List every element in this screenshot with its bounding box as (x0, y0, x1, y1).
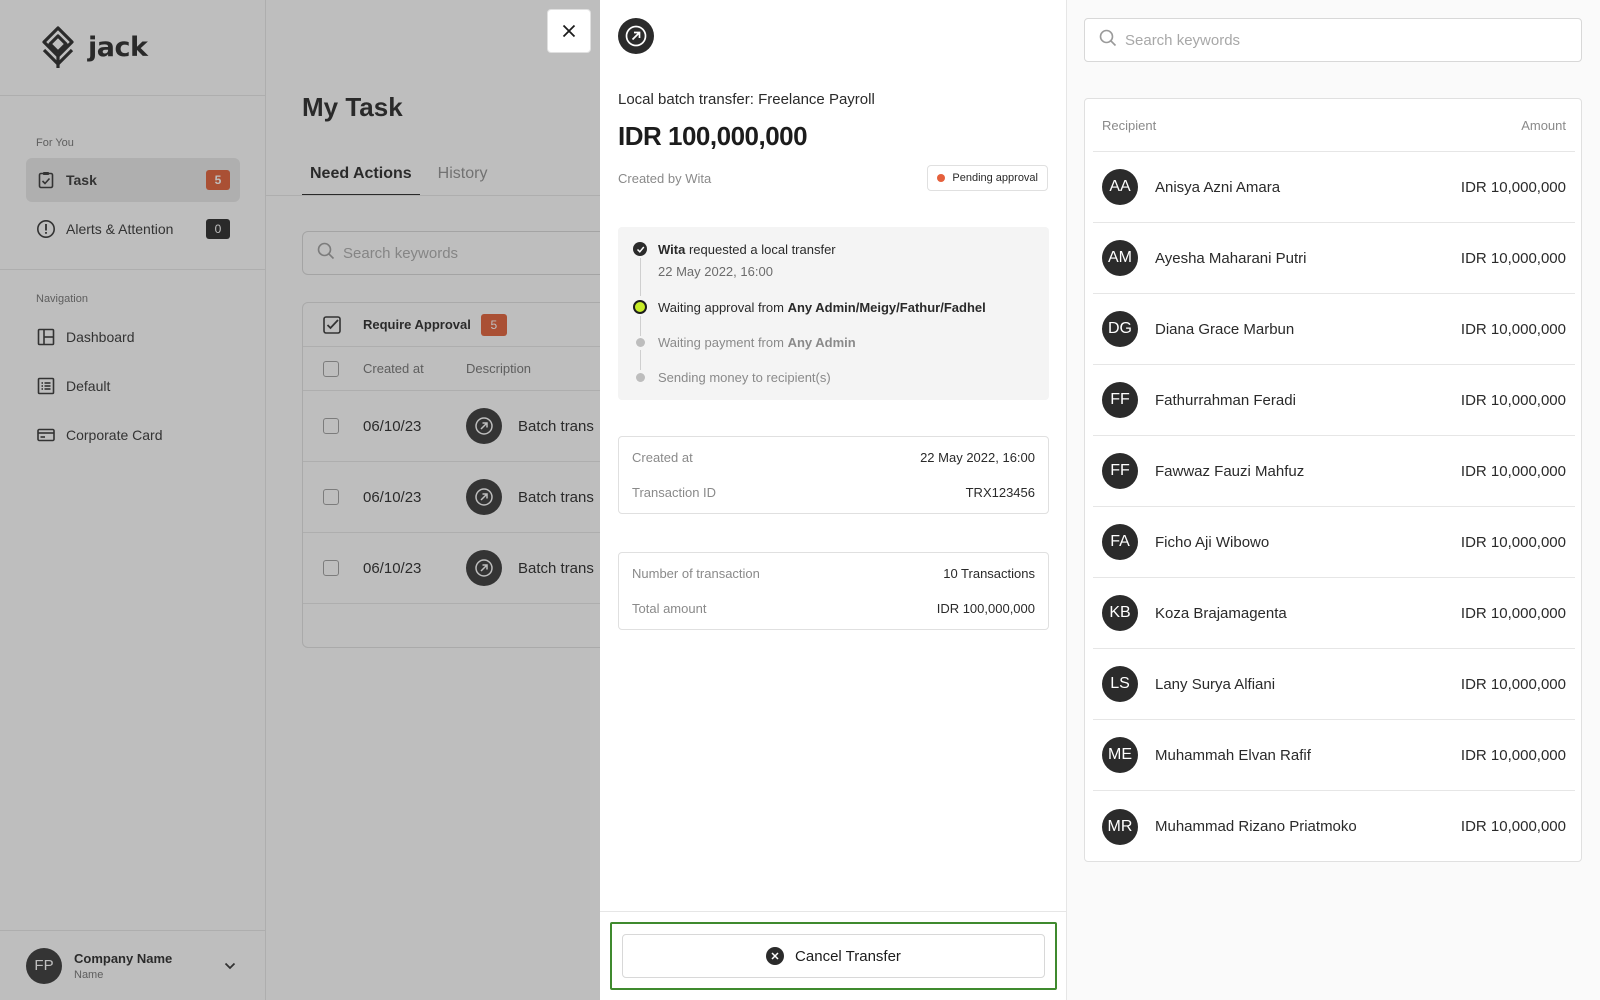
status-label: Pending approval (952, 172, 1038, 184)
recipient-avatar: FF (1102, 453, 1138, 489)
timeline-text: Waiting payment from (658, 335, 788, 350)
recipient-row[interactable]: FF Fawwaz Fauzi Mahfuz IDR 10,000,000 (1093, 436, 1575, 507)
pending-step-dot-icon (636, 373, 645, 382)
column-header-recipient: Recipient (1102, 117, 1157, 133)
info-value: 10 Transactions (943, 566, 1035, 581)
search-icon (1099, 29, 1117, 51)
status-badge: Pending approval (927, 165, 1048, 191)
transfer-arrow-icon (618, 18, 654, 54)
transfer-amount: IDR 100,000,000 (618, 121, 808, 151)
recipient-amount: IDR 10,000,000 (1460, 604, 1566, 622)
recipient-name: Ficho Aji Wibowo (1155, 533, 1270, 551)
recipient-row[interactable]: DG Diana Grace Marbun IDR 10,000,000 (1093, 294, 1575, 365)
recipient-row[interactable]: FA Ficho Aji Wibowo IDR 10,000,000 (1093, 507, 1575, 578)
active-step-dot-icon (633, 300, 647, 314)
recipient-row[interactable]: ME Muhammah Elvan Rafif IDR 10,000,000 (1093, 720, 1575, 791)
summary-row-total: Total amount IDR 100,000,000 (619, 591, 1048, 626)
recipient-row[interactable]: KB Koza Brajamagenta IDR 10,000,000 (1093, 578, 1575, 649)
pending-step-dot-icon (636, 338, 645, 347)
info-label: Number of transaction (632, 566, 760, 581)
cancel-focus-ring: Cancel Transfer (610, 922, 1057, 990)
recipient-avatar: LS (1102, 666, 1138, 702)
transfer-detail-panel: Local batch transfer: Freelance Payroll … (600, 0, 1067, 1000)
cancel-transfer-button[interactable]: Cancel Transfer (622, 934, 1045, 978)
timeline-actor: Any Admin (787, 335, 856, 350)
recipient-avatar: AA (1102, 169, 1138, 205)
recipient-avatar: DG (1102, 311, 1138, 347)
recipient-name: Lany Surya Alfiani (1155, 675, 1276, 693)
recipient-amount: IDR 10,000,000 (1460, 391, 1566, 409)
recipient-row[interactable]: MR Muhammad Rizano Priatmoko IDR 10,000,00… (1093, 791, 1575, 862)
recipient-avatar: MR (1102, 808, 1138, 845)
recipient-amount: IDR 10,000,000 (1460, 178, 1566, 196)
recipient-table-header: Recipient Amount (1085, 99, 1583, 151)
info-value: 22 May 2022, 16:00 (920, 450, 1035, 465)
cancel-transfer-label: Cancel Transfer (795, 947, 901, 965)
transaction-info-card: Created at 22 May 2022, 16:00 Transactio… (618, 436, 1049, 514)
recipient-name: Muhammah Elvan Rafif (1155, 746, 1311, 764)
check-circle-icon (633, 242, 647, 256)
recipient-avatar: ME (1102, 737, 1138, 773)
recipient-amount: IDR 10,000,000 (1460, 746, 1566, 764)
recipient-avatar: AM (1102, 240, 1138, 276)
info-row-transaction-id: Transaction ID TRX123456 (619, 475, 1048, 510)
close-button[interactable] (547, 9, 591, 53)
column-header-amount: Amount (1521, 117, 1566, 133)
recipient-avatar: KB (1102, 595, 1138, 631)
recipient-name: Ayesha Maharani Putri (1155, 249, 1307, 267)
recipient-name: Fathurrahman Feradi (1155, 391, 1296, 409)
recipient-avatar: FF (1102, 382, 1138, 418)
app: jack For You Task 5 Alerts & Attention 0… (0, 0, 1600, 1000)
timeline-connector (640, 350, 641, 370)
info-label: Transaction ID (632, 485, 717, 500)
timeline-step-requested: Wita requested a local transfer (658, 242, 836, 257)
recipient-name: Fawwaz Fauzi Mahfuz (1155, 462, 1305, 480)
summary-row-count: Number of transaction 10 Transactions (619, 556, 1048, 591)
timeline-text: requested a local transfer (685, 242, 836, 257)
recipient-amount: IDR 10,000,000 (1460, 533, 1566, 551)
recipient-row[interactable]: LS Lany Surya Alfiani IDR 10,000,000 (1093, 649, 1575, 720)
recipient-name: Diana Grace Marbun (1155, 320, 1295, 338)
recipient-avatar: FA (1102, 524, 1138, 560)
recipients-panel: Search keywords Recipient Amount AA Anisy… (1067, 0, 1600, 1000)
recipient-row[interactable]: FF Fathurrahman Feradi IDR 10,000,000 (1093, 365, 1575, 436)
recipient-amount: IDR 10,000,000 (1460, 462, 1566, 480)
info-row-created-at: Created at 22 May 2022, 16:00 (619, 440, 1048, 475)
recipient-row[interactable]: AA Anisya Azni Amara IDR 10,000,000 (1093, 152, 1575, 223)
recipient-row[interactable]: AM Ayesha Maharani Putri IDR 10,000,000 (1093, 223, 1575, 294)
recipient-amount: IDR 10,000,000 (1460, 249, 1566, 267)
timeline-connector (640, 316, 641, 336)
info-value: IDR 100,000,000 (936, 601, 1035, 616)
created-by: Created by Wita (618, 171, 712, 186)
recipient-search-input[interactable]: Search keywords (1084, 18, 1582, 62)
recipient-table: Recipient Amount AA Anisya Azni Amara IDR … (1084, 98, 1582, 862)
recipient-amount: IDR 10,000,000 (1460, 320, 1566, 338)
modal-backdrop[interactable] (0, 0, 600, 1000)
timeline-actor: Any Admin/Meigy/Fathur/Fadhel (787, 300, 986, 315)
transfer-title: Local batch transfer: Freelance Payroll (618, 91, 875, 108)
info-value: TRX123456 (965, 485, 1035, 500)
timeline-actor: Wita (658, 242, 686, 257)
close-icon (562, 18, 576, 44)
timeline-step-approval: Waiting approval from Any Admin/Meigy/Fa… (658, 300, 986, 315)
timeline-step-sending: Sending money to recipient(s) (658, 370, 831, 385)
info-label: Created at (632, 450, 693, 465)
recipient-name: Anisya Azni Amara (1155, 178, 1281, 196)
transaction-summary-card: Number of transaction 10 Transactions To… (618, 552, 1049, 630)
recipient-name: Koza Brajamagenta (1155, 604, 1287, 622)
timeline-connector (640, 258, 641, 296)
footer-divider (600, 911, 1067, 912)
timeline-time: 22 May 2022, 16:00 (658, 264, 773, 279)
approval-timeline: Wita requested a local transfer 22 May 2… (618, 227, 1049, 400)
timeline-text: Waiting approval from (658, 300, 788, 315)
search-placeholder: Search keywords (1125, 31, 1241, 49)
recipient-name: Muhammad Rizano Priatmoko (1155, 818, 1357, 835)
status-dot-icon (937, 174, 946, 182)
cancel-x-icon (766, 947, 785, 965)
timeline-step-payment: Waiting payment from Any Admin (658, 335, 856, 350)
recipient-amount: IDR 10,000,000 (1460, 675, 1566, 693)
recipient-amount: IDR 10,000,000 (1460, 818, 1566, 835)
info-label: Total amount (632, 601, 707, 616)
